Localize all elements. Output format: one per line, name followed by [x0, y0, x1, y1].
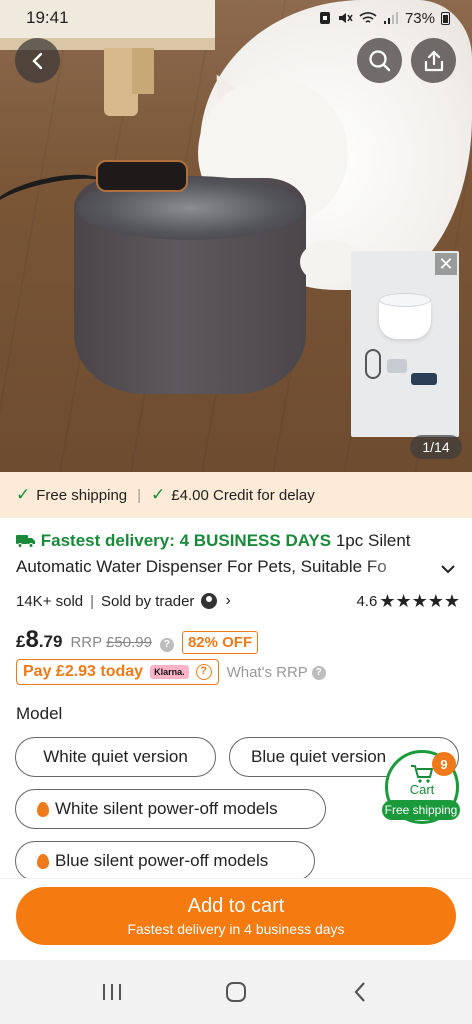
thumbnail-filter: [411, 373, 437, 385]
product-title[interactable]: Fastest delivery: 4 BUSINESS DAYS 1pc Si…: [16, 528, 460, 580]
home-icon: [226, 982, 246, 1002]
rrp: RRP £50.99: [70, 634, 152, 651]
klarna-logo: Klarna.: [150, 665, 189, 679]
fountain-pump: [96, 160, 188, 192]
wifi-icon: [359, 12, 377, 23]
chevron-down-icon[interactable]: [440, 558, 456, 579]
thumbnail-parts: [365, 349, 451, 389]
flame-icon: [37, 853, 49, 869]
trader-icon: [201, 593, 218, 609]
system-back-button[interactable]: [340, 972, 380, 1012]
flame-icon: [37, 801, 49, 817]
add-to-cart-label: Add to cart: [187, 895, 285, 917]
model-option[interactable]: White silent power-off models: [15, 789, 326, 829]
fastest-delivery-text: Fastest delivery: 4 BUSINESS DAYS: [40, 531, 332, 550]
add-to-cart-sub: Fastest delivery in 4 business days: [127, 921, 345, 937]
free-shipping-text: Free shipping: [36, 486, 128, 504]
recents-icon: [103, 984, 121, 1000]
pay-row: Pay £2.93 today Klarna. ? What's RRP ?: [16, 659, 326, 685]
product-meta: 14K+ sold | Sold by trader › 4.6 ★★★★★: [16, 590, 460, 612]
title-text-part1: 1pc Silent: [331, 531, 411, 550]
chevron-right-icon[interactable]: ›: [225, 592, 230, 610]
back-button[interactable]: [15, 38, 60, 83]
whats-rrp-link[interactable]: What's RRP ?: [227, 664, 326, 681]
rating[interactable]: 4.6 ★★★★★: [356, 591, 460, 612]
divider: |: [137, 486, 142, 504]
price-row: £8.79 RRP £50.99 ? 82% OFF: [16, 626, 259, 654]
check-icon: ✓: [151, 485, 166, 504]
thumbnail-pump: [387, 359, 407, 373]
truck-icon: [16, 531, 41, 550]
video-thumbnail[interactable]: ✕: [351, 251, 459, 437]
cart-label: Cart: [409, 781, 435, 797]
chevron-left-icon: [31, 52, 42, 69]
cart-icon: [411, 764, 433, 783]
title-text-part2: Automatic Water Dispenser For Pets, Suit…: [16, 557, 387, 576]
share-icon: [424, 49, 443, 71]
battery-icon: [441, 11, 450, 25]
discount-badge: 82% OFF: [181, 631, 259, 654]
price: £8.79: [16, 626, 63, 653]
model-option[interactable]: White quiet version: [15, 737, 216, 777]
signal-icon: [383, 12, 398, 24]
thumbnail-cable: [365, 349, 381, 379]
close-icon[interactable]: ✕: [435, 253, 457, 275]
status-icons: 73%: [319, 10, 450, 27]
model-option[interactable]: Blue silent power-off models: [15, 841, 315, 881]
status-bar: 19:41 73%: [0, 0, 472, 36]
divider: |: [90, 592, 95, 610]
star-icons: ★★★★★: [379, 590, 460, 611]
check-icon: ✓: [16, 485, 31, 504]
sim-icon: [319, 12, 330, 24]
recent-apps-button[interactable]: [92, 972, 132, 1012]
help-icon[interactable]: ?: [159, 638, 174, 652]
credit-text: £4.00 Credit for delay: [171, 486, 315, 504]
pay-today-text: Pay £2.93 today: [23, 663, 144, 680]
shipping-strip[interactable]: ✓ Free shipping | ✓ £4.00 Credit for del…: [0, 472, 472, 518]
cart-count-badge: 9: [432, 752, 456, 776]
thumbnail-bowl-rim: [379, 293, 431, 307]
home-button[interactable]: [216, 972, 256, 1012]
model-label: Model: [16, 704, 63, 723]
mute-icon: [338, 13, 353, 23]
search-icon: [368, 49, 390, 71]
help-icon: ?: [311, 665, 326, 680]
back-arrow-icon: [354, 982, 365, 1002]
system-nav-bar: [0, 960, 472, 1024]
battery-percent: 73%: [404, 9, 435, 27]
help-icon[interactable]: ?: [195, 664, 212, 680]
furniture-leg: [132, 48, 154, 94]
klarna-pay-box[interactable]: Pay £2.93 today Klarna. ?: [16, 659, 219, 685]
cart-free-shipping-badge: Free shipping: [382, 800, 460, 820]
add-to-cart-button[interactable]: Add to cart Fastest delivery in 4 busine…: [16, 887, 456, 945]
sold-count: 14K+ sold: [16, 592, 84, 610]
share-button[interactable]: [411, 38, 456, 83]
image-counter: 1/14: [410, 435, 462, 459]
search-button[interactable]: [357, 38, 402, 83]
status-time: 19:41: [26, 8, 69, 27]
seller-name[interactable]: Sold by trader: [101, 593, 194, 610]
rating-value: 4.6: [356, 592, 378, 610]
